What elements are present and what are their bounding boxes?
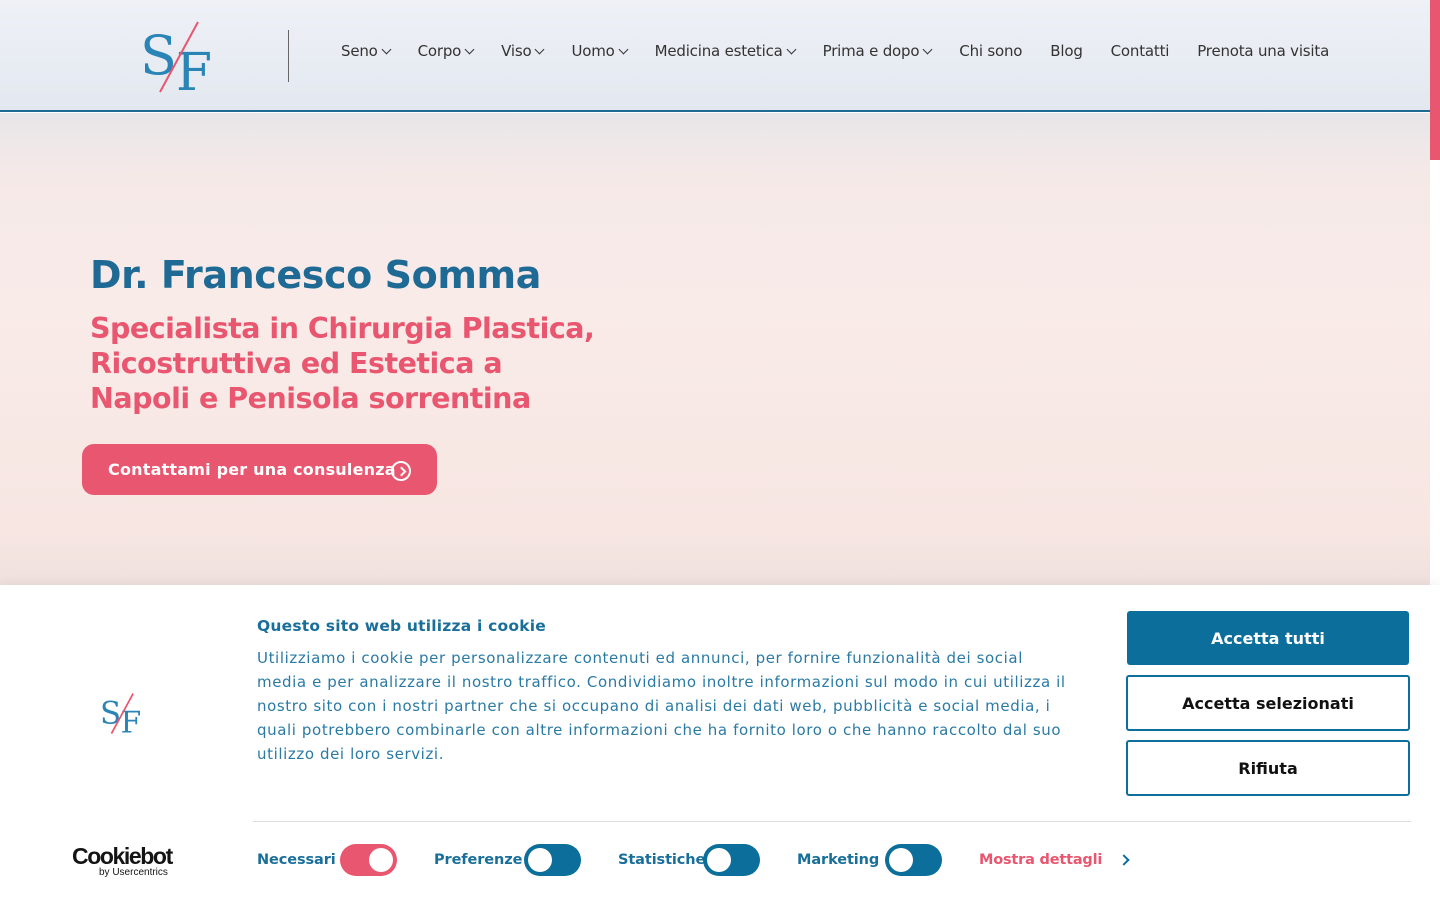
hero-section: Dr. Francesco Somma Specialista in Chiru… xyxy=(0,113,1430,585)
nav-item-seno[interactable]: Seno xyxy=(341,42,392,60)
accept-selected-button[interactable]: Accetta selezionati xyxy=(1126,675,1410,731)
header-divider xyxy=(288,30,289,82)
cta-label: Contattami per una consulenza xyxy=(108,460,396,479)
nav-item-prima-e-dopo[interactable]: Prima e dopo xyxy=(822,42,933,60)
toggle-knob xyxy=(369,848,393,872)
nav-label: Prima e dopo xyxy=(822,42,920,60)
chevron-down-icon xyxy=(464,44,475,54)
chevron-down-icon xyxy=(381,44,392,54)
show-details-label: Mostra dettagli xyxy=(979,852,1103,868)
site-logo-small: S F xyxy=(100,693,141,735)
cookie-divider xyxy=(253,821,1411,822)
cookie-title: Questo sito web utilizza i cookie xyxy=(257,617,546,635)
chevron-down-icon xyxy=(922,44,933,54)
nav-label: Viso xyxy=(501,42,532,60)
scrollbar-thumb[interactable] xyxy=(1430,0,1440,160)
site-logo[interactable]: S F xyxy=(140,18,224,94)
nav-label: Corpo xyxy=(417,42,462,60)
toggle-statistiche[interactable] xyxy=(703,844,760,876)
toggle-marketing[interactable] xyxy=(885,844,942,876)
nav-item-corpo[interactable]: Corpo xyxy=(417,42,475,60)
svg-text:S: S xyxy=(100,695,121,731)
hero-title: Dr. Francesco Somma xyxy=(90,253,541,297)
nav-item-medicina-estetica[interactable]: Medicina estetica xyxy=(654,42,797,60)
cookiebot-name: Cookiebot xyxy=(72,843,173,869)
toggle-knob xyxy=(528,848,552,872)
chevron-right-icon xyxy=(1118,854,1130,866)
toggle-label-necessari: Necessari xyxy=(257,852,336,868)
svg-text:S: S xyxy=(140,24,177,87)
toggle-label-preferenze: Preferenze xyxy=(434,852,523,868)
nav-label: Uomo xyxy=(571,42,615,60)
chevron-down-icon xyxy=(786,44,797,54)
toggle-necessari[interactable] xyxy=(340,844,397,876)
cookie-description: Utilizziamo i cookie per personalizzare … xyxy=(257,649,1066,763)
cookiebot-by: by Usercentrics xyxy=(99,867,168,878)
chevron-down-icon xyxy=(618,44,629,54)
nav-label: Medicina estetica xyxy=(654,42,783,60)
reject-button[interactable]: Rifiuta xyxy=(1126,740,1410,796)
chevron-down-icon xyxy=(535,44,545,54)
toggle-preferenze[interactable] xyxy=(524,844,581,876)
nav-item-blog[interactable]: Blog xyxy=(1050,42,1083,60)
cookiebot-logo[interactable]: Cookiebot by Usercentrics xyxy=(72,843,173,878)
hero-subtitle: Specialista in Chirurgia Plastica, Ricos… xyxy=(90,312,595,415)
toggle-label-statistiche: Statistiche xyxy=(618,852,706,868)
nav-item-contatti[interactable]: Contatti xyxy=(1111,42,1170,60)
nav-label: Seno xyxy=(341,42,378,60)
nav-item-uomo[interactable]: Uomo xyxy=(571,42,629,60)
toggle-label-marketing: Marketing xyxy=(797,852,880,868)
toggle-knob xyxy=(707,848,731,872)
arrow-circle-right-icon xyxy=(391,461,411,481)
site-header: S F Seno Corpo Viso Uomo Medicina esteti… xyxy=(0,0,1430,112)
toggle-knob xyxy=(889,848,913,872)
main-nav: Seno Corpo Viso Uomo Medicina estetica P… xyxy=(341,42,1357,60)
cookie-banner: S F Questo sito web utilizza i cookie Ut… xyxy=(0,585,1440,900)
nav-item-viso[interactable]: Viso xyxy=(501,42,545,60)
nav-item-chi-sono[interactable]: Chi sono xyxy=(959,42,1022,60)
nav-item-prenota[interactable]: Prenota una visita xyxy=(1197,42,1329,60)
contact-consultation-button[interactable]: Contattami per una consulenza xyxy=(82,444,437,495)
accept-all-button[interactable]: Accetta tutti xyxy=(1127,611,1409,665)
show-details-link[interactable]: Mostra dettagli xyxy=(979,852,1130,868)
